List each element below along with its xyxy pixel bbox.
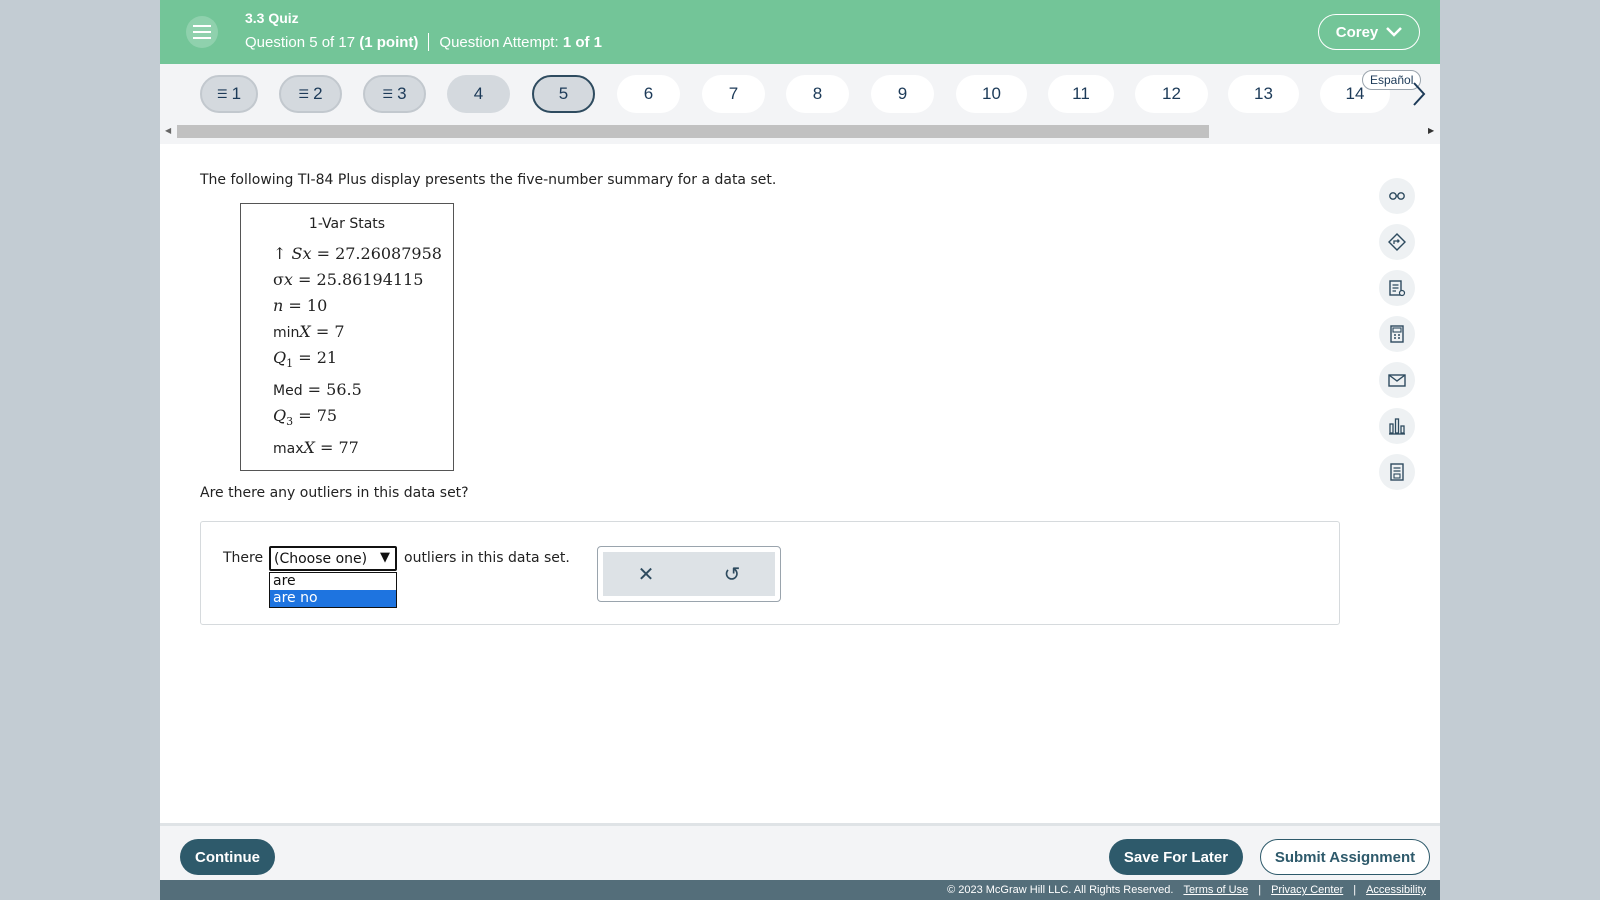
horizontal-scrollbar-thumb[interactable] (177, 125, 1209, 138)
question-tab-8[interactable]: 8 (786, 75, 849, 113)
divider (428, 33, 430, 51)
question-tab-2[interactable]: ☰ 2 (279, 75, 342, 113)
question-tab-6[interactable]: 6 (617, 75, 680, 113)
calc-maxx: maxX = 77 (273, 438, 359, 457)
answered-icon: ☰ (216, 87, 228, 101)
bar-chart-icon[interactable] (1379, 408, 1415, 444)
attempt-value: 1 of 1 (562, 33, 602, 51)
question-tab-13[interactable]: 13 (1228, 75, 1299, 113)
save-for-later-button[interactable]: Save For Later (1109, 839, 1243, 875)
footer-bar: Continue Save For Later Submit Assignmen… (160, 823, 1440, 880)
chevron-down-icon (1386, 27, 1403, 37)
undo-icon[interactable]: ↺ (724, 562, 741, 587)
option-are-no[interactable]: are no (270, 590, 396, 607)
question-navigator: ☰ 1 ☰ 2 ☰ 3 4 5 6 7 8 9 10 11 12 13 14 Espa… (160, 64, 1440, 144)
question-tab-9[interactable]: 9 (871, 75, 934, 113)
question-tab-5[interactable]: 5 (532, 75, 595, 113)
calculator-display: 1-Var Stats ↑ Sx = 27.26087958 σx = 25.8… (240, 203, 454, 471)
answer-panel: There (Choose one) ▼ are are no outliers… (200, 521, 1340, 625)
option-are[interactable]: are (270, 573, 396, 590)
clear-icon[interactable]: ✕ (638, 562, 655, 587)
glasses-icon[interactable] (1379, 178, 1415, 214)
scroll-left-arrow[interactable]: ◀ (165, 126, 171, 135)
notes-icon[interactable] (1379, 270, 1415, 306)
scroll-right-arrow[interactable]: ▶ (1428, 126, 1434, 135)
chevron-right-icon[interactable] (1412, 81, 1426, 107)
calc-title: 1-Var Stats (308, 216, 386, 232)
privacy-link[interactable]: Privacy Center (1271, 884, 1343, 896)
question-tab-4[interactable]: 4 (447, 75, 510, 113)
answer-suffix: outliers in this data set. (404, 550, 570, 566)
mail-icon[interactable] (1379, 362, 1415, 398)
accessibility-link[interactable]: Accessibility (1366, 884, 1426, 896)
calc-med: Med = 56.5 (273, 380, 362, 399)
question-number: Question 5 of 17 (245, 33, 356, 51)
answer-prefix: There (223, 550, 264, 566)
data-sheet-icon[interactable] (1379, 454, 1415, 490)
question-info: Question 5 of 17 (1 point) Question Atte… (245, 33, 602, 51)
question-tab-1[interactable]: ☰ 1 (200, 75, 258, 113)
legal-bar: © 2023 McGraw Hill LLC. All Rights Reser… (160, 880, 1440, 900)
continue-button[interactable]: Continue (180, 839, 275, 875)
quiz-title: 3.3 Quiz (245, 10, 299, 26)
user-menu-button[interactable]: Corey (1318, 14, 1420, 50)
quiz-app: 3.3 Quiz Question 5 of 17 (1 point) Ques… (160, 0, 1440, 900)
attempt-label: Question Attempt: (439, 33, 559, 51)
directions-icon[interactable] (1379, 224, 1415, 260)
question-points: (1 point) (359, 33, 419, 51)
question-text: Are there any outliers in this data set? (200, 485, 469, 501)
header-bar: 3.3 Quiz Question 5 of 17 (1 point) Ques… (160, 0, 1440, 64)
terms-link[interactable]: Terms of Use (1183, 884, 1248, 896)
answer-select[interactable]: (Choose one) ▼ (269, 546, 397, 571)
calc-sigmax: σx = 25.86194115 (273, 270, 424, 289)
calc-sx: ↑ Sx = 27.26087958 (273, 244, 442, 263)
copyright-text: © 2023 McGraw Hill LLC. All Rights Reser… (947, 884, 1174, 896)
calculator-icon[interactable] (1379, 316, 1415, 352)
calc-q3: Q3 = 75 (273, 406, 338, 429)
calc-n: n = 10 (273, 296, 328, 315)
question-tab-3[interactable]: ☰ 3 (363, 75, 426, 113)
question-prompt: The following TI-84 Plus display present… (200, 172, 777, 188)
menu-icon[interactable] (186, 16, 218, 48)
calc-q1: Q1 = 21 (273, 348, 338, 371)
answer-dropdown-list: are are no (269, 572, 397, 608)
question-tab-10[interactable]: 10 (956, 75, 1027, 113)
dropdown-arrow-icon: ▼ (380, 550, 390, 565)
question-tab-7[interactable]: 7 (702, 75, 765, 113)
question-tab-12[interactable]: 12 (1135, 75, 1208, 113)
answer-tools: ✕ ↺ (597, 546, 781, 602)
user-name: Corey (1335, 23, 1379, 41)
answered-icon: ☰ (382, 87, 394, 101)
question-tab-11[interactable]: 11 (1048, 75, 1114, 113)
answered-icon: ☰ (298, 87, 310, 101)
calc-minx: minX = 7 (273, 322, 345, 341)
submit-assignment-button[interactable]: Submit Assignment (1260, 839, 1430, 875)
